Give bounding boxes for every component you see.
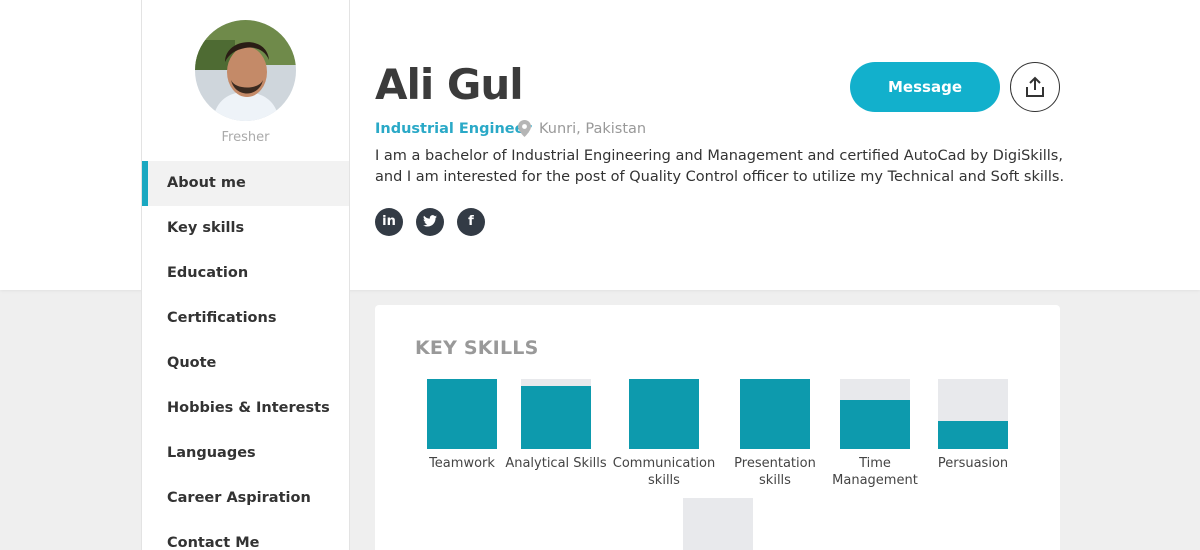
bio: I am a bachelor of Industrial Engineerin… [375,148,1065,185]
linkedin-icon[interactable]: in [375,208,403,236]
key-skills-card: KEY SKILLS Teamwork Analytical Skills Co… [375,305,1060,550]
location: Kunri, Pakistan [539,121,647,137]
skill-level-bar [740,379,810,449]
skill-level-fill [740,379,810,449]
sidebar-item-quote[interactable]: Quote [142,341,349,386]
skill-label: Time Management [832,456,918,488]
avatar [195,20,296,121]
skill-label: Analytical Skills [505,456,607,471]
sidebar-item-career-aspiration[interactable]: Career Aspiration [142,476,349,521]
skill-level-bar [938,379,1008,449]
skill-level-bar [840,379,910,449]
sidebar-nav: About me Key skills Education Certificat… [142,161,349,550]
skill-level-fill [840,400,910,449]
location-pin-icon [518,120,531,137]
sidebar-item-education[interactable]: Education [142,251,349,296]
share-icon [1026,76,1044,97]
job-title: Industrial Engineer [375,121,532,137]
skill-level-bar [427,379,497,449]
sidebar-item-certifications[interactable]: Certifications [142,296,349,341]
sidebar-item-languages[interactable]: Languages [142,431,349,476]
skill-label: Persuasion [937,456,1009,471]
skill-level-fill [938,421,1008,449]
skill-level-fill [521,386,591,449]
skill-level-fill [427,379,497,449]
role-tag: Fresher [221,130,270,145]
sidebar-item-contact-me[interactable]: Contact Me [142,521,349,550]
twitter-icon[interactable] [416,208,444,236]
key-skills-title: KEY SKILLS [415,337,539,359]
sidebar-item-about-me[interactable]: About me [142,161,349,206]
skill-label: Communication skills [612,456,716,488]
message-button[interactable]: Message [850,62,1000,112]
sidebar-item-hobbies[interactable]: Hobbies & Interests [142,386,349,431]
skill-level-bar [629,379,699,449]
sidebar: Fresher About me Key skills Education Ce… [141,0,350,550]
skill-label: Presentation skills [734,456,816,488]
sidebar-item-key-skills[interactable]: Key skills [142,206,349,251]
skill-level-bar [521,379,591,449]
skill-level-fill [629,379,699,449]
share-button[interactable] [1010,62,1060,112]
skill-level-bar [683,498,753,550]
profile-name: Ali Gul [375,60,524,109]
facebook-icon[interactable]: f [457,208,485,236]
